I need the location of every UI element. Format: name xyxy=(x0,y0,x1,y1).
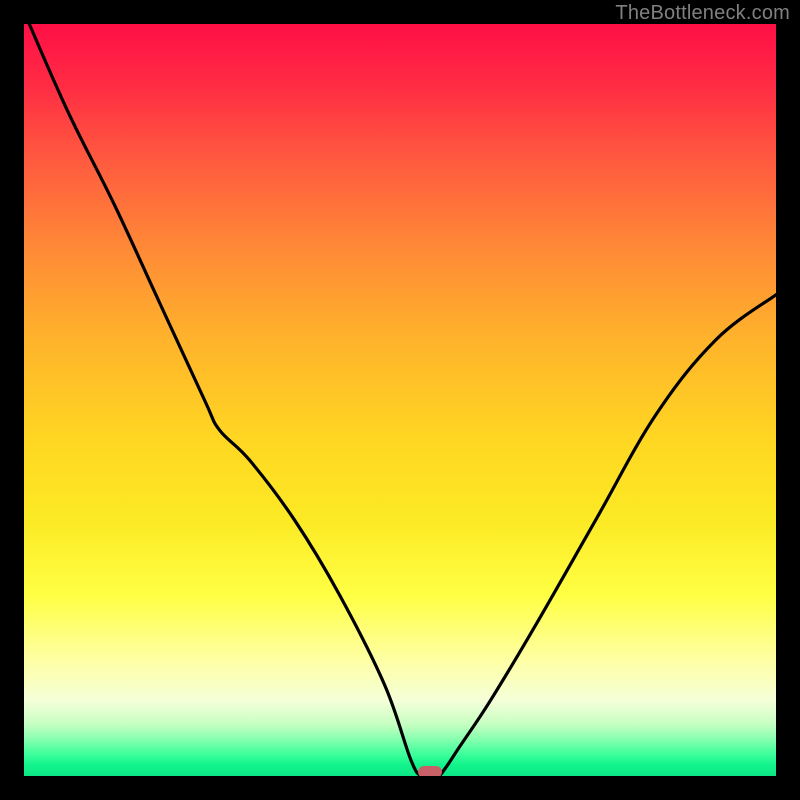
curve-svg xyxy=(24,24,776,776)
bottleneck-curve xyxy=(29,24,776,776)
optimal-marker xyxy=(418,766,442,776)
watermark-text: TheBottleneck.com xyxy=(615,2,790,25)
plot-area xyxy=(24,24,776,776)
chart-container: TheBottleneck.com xyxy=(0,0,800,800)
